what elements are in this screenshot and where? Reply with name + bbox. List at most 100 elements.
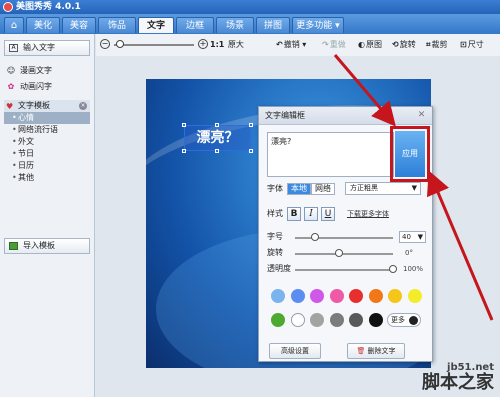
import-template-button[interactable]: 导入模板 <box>4 238 90 254</box>
redo-label: 重做 <box>329 40 346 49</box>
resize-handle[interactable] <box>215 149 219 153</box>
size-slider-track[interactable] <box>295 237 393 239</box>
tab-beautify[interactable]: 美化 <box>26 17 60 33</box>
watermark-name: 脚本之家 <box>422 372 494 393</box>
original-image-button[interactable]: ◐原图 <box>358 39 382 51</box>
color-swatch[interactable] <box>388 289 402 303</box>
size-select[interactable]: 40 ▼ <box>399 231 426 243</box>
rotate-slider-track[interactable] <box>295 253 393 255</box>
animated-text-item[interactable]: ✿ 动画闪字 <box>6 81 52 93</box>
resize-button[interactable]: ⊡尺寸 <box>460 39 484 51</box>
main-tab-bar: ⌂ 美化 美容 饰品 文字 边框 场景 拼图 更多功能 ▾ <box>0 14 500 34</box>
redo-button[interactable]: ↷重做 <box>322 39 346 51</box>
resize-handle[interactable] <box>182 149 186 153</box>
underline-button[interactable]: U <box>321 207 335 221</box>
input-text-label: 输入文字 <box>23 43 55 52</box>
size-label: 字号 <box>267 232 283 241</box>
template-item-mood[interactable]: 心情 <box>4 112 90 124</box>
color-swatch[interactable] <box>329 289 344 303</box>
canvas-text-object[interactable]: 漂亮？ <box>184 125 251 151</box>
tab-home[interactable]: ⌂ <box>4 17 24 33</box>
more-colors-label: 更多 <box>391 316 405 324</box>
color-swatch[interactable] <box>368 313 383 327</box>
tab-border[interactable]: 边框 <box>176 17 214 33</box>
font-select[interactable]: 方正粗黑 ▼ <box>345 182 421 195</box>
template-header-label: 文字模板 <box>18 101 50 110</box>
color-swatch[interactable] <box>349 289 363 303</box>
text-input-area[interactable]: 漂亮? <box>267 132 394 177</box>
tab-collage[interactable]: 拼图 <box>256 17 290 33</box>
sparkle-icon: ✿ <box>7 82 15 91</box>
template-header[interactable]: ♥ 文字模板 × <box>4 100 90 112</box>
undo-button[interactable]: ↶撤销 ▾ <box>276 39 306 51</box>
undo-label: 撤销 <box>283 40 300 49</box>
color-swatch[interactable] <box>310 313 324 327</box>
resize-handle[interactable] <box>182 123 186 127</box>
color-swatch[interactable] <box>290 289 305 303</box>
font-select-value: 方正粗黑 <box>350 184 378 192</box>
font-local-toggle[interactable]: 本地 <box>287 183 311 195</box>
font-label: 字体 <box>267 184 283 193</box>
chevron-down-icon: ▼ <box>411 184 417 192</box>
comic-text-item[interactable]: ☺ 漫画文字 <box>6 65 52 77</box>
template-item-foreign[interactable]: 外文 <box>4 136 90 148</box>
italic-button[interactable]: I <box>304 207 318 221</box>
image-toolbar: − + 1:1 原大 ↶撤销 ▾ ↷重做 ◐原图 ⟲旋转 ⌗裁剪 ⊡尺寸 <box>96 34 500 56</box>
opacity-slider-track[interactable] <box>295 269 393 271</box>
color-swatch[interactable] <box>368 289 383 303</box>
size-slider-knob[interactable] <box>310 233 319 241</box>
tab-scene[interactable]: 场景 <box>216 17 254 33</box>
speech-bubble-icon: ☺ <box>6 66 16 75</box>
import-icon <box>9 242 18 250</box>
chevron-down-icon: ▼ <box>417 233 423 241</box>
template-item-other[interactable]: 其他 <box>4 172 90 184</box>
opacity-label: 透明度 <box>267 264 291 273</box>
tab-beauty[interactable]: 美容 <box>62 17 96 33</box>
color-swatch[interactable] <box>349 313 363 327</box>
rotate-slider-knob[interactable] <box>335 249 344 257</box>
rotate-value: 0° <box>405 249 413 257</box>
resize-handle[interactable] <box>249 149 253 153</box>
collapse-icon[interactable]: × <box>79 102 87 110</box>
rotate-button[interactable]: ⟲旋转 <box>392 39 416 51</box>
apply-highlight: 应用 <box>390 126 430 182</box>
undo-icon: ↶ <box>276 40 283 49</box>
opacity-slider-knob[interactable] <box>389 265 397 273</box>
color-swatch[interactable] <box>310 289 324 303</box>
crop-button[interactable]: ⌗裁剪 <box>426 39 448 51</box>
resize-handle[interactable] <box>215 123 219 127</box>
ratio-label: 1:1 <box>210 40 225 49</box>
close-icon[interactable]: ✕ <box>417 111 426 120</box>
zoom-out-icon[interactable]: − <box>100 39 110 49</box>
tab-more-functions[interactable]: 更多功能 ▾ <box>292 17 344 33</box>
dialog-title: 文字编辑框 <box>259 107 432 125</box>
resize-handle[interactable] <box>249 123 253 127</box>
text-edit-dialog: 文字编辑框 ✕ 漂亮? 应用 字体 本地 网络 方正粗黑 ▼ 样式 B I U … <box>258 106 433 362</box>
tab-accessories[interactable]: 饰品 <box>98 17 136 33</box>
zoom-in-icon[interactable]: + <box>198 39 208 49</box>
zoom-slider-knob[interactable] <box>116 40 124 48</box>
bold-button[interactable]: B <box>287 207 301 221</box>
zoom-slider-track[interactable] <box>114 44 194 46</box>
color-swatch[interactable] <box>271 289 285 303</box>
original-label: 原图 <box>365 40 382 49</box>
color-swatch[interactable] <box>407 289 422 303</box>
apply-button[interactable]: 应用 <box>395 131 425 177</box>
resize-icon: ⊡ <box>460 40 467 49</box>
color-swatch[interactable] <box>329 313 344 327</box>
template-item-calendar[interactable]: 日历 <box>4 160 90 172</box>
advanced-settings-button[interactable]: 高级设置 <box>269 343 321 359</box>
template-item-internet-slang[interactable]: 网络流行语 <box>4 124 90 136</box>
animated-text-label: 动画闪字 <box>20 82 52 91</box>
original-size-button[interactable]: 1:1 原大 <box>210 39 244 51</box>
delete-text-button[interactable]: 🗑 删除文字 <box>347 343 405 359</box>
color-swatch[interactable] <box>290 313 305 327</box>
app-title: 美图秀秀 4.0.1 <box>16 2 81 12</box>
template-item-holiday[interactable]: 节日 <box>4 148 90 160</box>
download-fonts-link[interactable]: 下载更多字体 <box>347 209 389 219</box>
more-colors-button[interactable]: 更多 <box>387 313 421 327</box>
font-network-toggle[interactable]: 网络 <box>311 183 335 195</box>
color-swatch[interactable] <box>271 313 285 327</box>
tab-text[interactable]: 文字 <box>138 17 174 33</box>
input-text-button[interactable]: A 输入文字 <box>4 40 90 56</box>
